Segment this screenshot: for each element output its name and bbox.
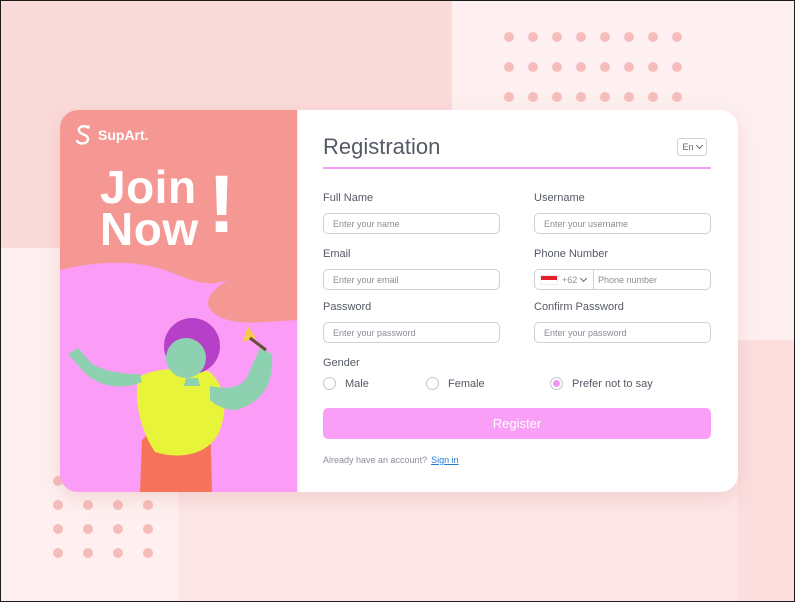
confirm-password-label: Confirm Password: [534, 301, 624, 313]
gender-option-label: Prefer not to say: [572, 377, 653, 390]
gender-option-label: Female: [448, 377, 485, 390]
phone-label: Phone Number: [534, 248, 608, 260]
hero-exclamation: !: [208, 159, 236, 250]
confirm-password-placeholder: Enter your password: [544, 327, 627, 338]
page-title: Registration: [323, 134, 441, 159]
title-divider: [323, 167, 711, 169]
email-label: Email: [323, 248, 351, 260]
phone-input[interactable]: Phone number: [594, 275, 657, 285]
radio-button[interactable]: [426, 377, 439, 390]
email-placeholder: Enter your email: [333, 274, 399, 285]
chevron-down-icon: [695, 141, 703, 150]
full-name-input[interactable]: Enter your name: [323, 213, 500, 234]
radio-button-selected[interactable]: [550, 377, 563, 390]
country-code-select[interactable]: +62: [535, 270, 594, 289]
email-input[interactable]: Enter your email: [323, 269, 500, 290]
password-label: Password: [323, 301, 372, 313]
username-label: Username: [534, 192, 585, 204]
hero-line-2: Now: [100, 203, 199, 255]
signin-prompt: Already have an account?: [323, 455, 428, 465]
signin-prompt-row: Already have an account? Sign in: [323, 455, 459, 465]
gender-label: Gender: [323, 357, 360, 369]
hero-heading: Join Now: [100, 161, 199, 255]
phone-field: +62 Phone number: [534, 269, 711, 290]
brand-logo[interactable]: SupArt.: [74, 124, 149, 146]
signin-link[interactable]: Sign in: [431, 455, 459, 465]
full-name-label: Full Name: [323, 192, 374, 204]
username-input[interactable]: Enter your username: [534, 213, 711, 234]
hero-panel: SupArt. Join Now !: [60, 110, 297, 492]
gender-option-female[interactable]: Female: [426, 377, 485, 390]
logo-s-icon: [75, 125, 90, 145]
username-placeholder: Enter your username: [544, 218, 629, 229]
decorative-dots: [504, 32, 682, 102]
brand-name: SupArt.: [98, 127, 149, 143]
gender-option-prefer-not[interactable]: Prefer not to say: [550, 377, 653, 390]
radio-button[interactable]: [323, 377, 336, 390]
registration-form: Registration En Full Name Enter your nam…: [297, 110, 738, 492]
password-placeholder: Enter your password: [333, 327, 416, 338]
language-select[interactable]: En: [677, 138, 707, 156]
chevron-down-icon: [580, 274, 588, 282]
language-value: En: [682, 142, 694, 152]
confirm-password-input[interactable]: Enter your password: [534, 322, 711, 343]
gender-option-label: Male: [345, 377, 369, 390]
registration-card: SupArt. Join Now ! Registration En Full …: [60, 110, 738, 492]
password-input[interactable]: Enter your password: [323, 322, 500, 343]
indonesia-flag-icon: [540, 274, 558, 285]
register-button[interactable]: Register: [323, 408, 711, 439]
background-shape: [738, 340, 795, 602]
hero-line-1: Join: [100, 161, 197, 213]
gender-option-male[interactable]: Male: [323, 377, 369, 390]
full-name-placeholder: Enter your name: [333, 218, 400, 229]
country-code: +62: [562, 274, 578, 285]
